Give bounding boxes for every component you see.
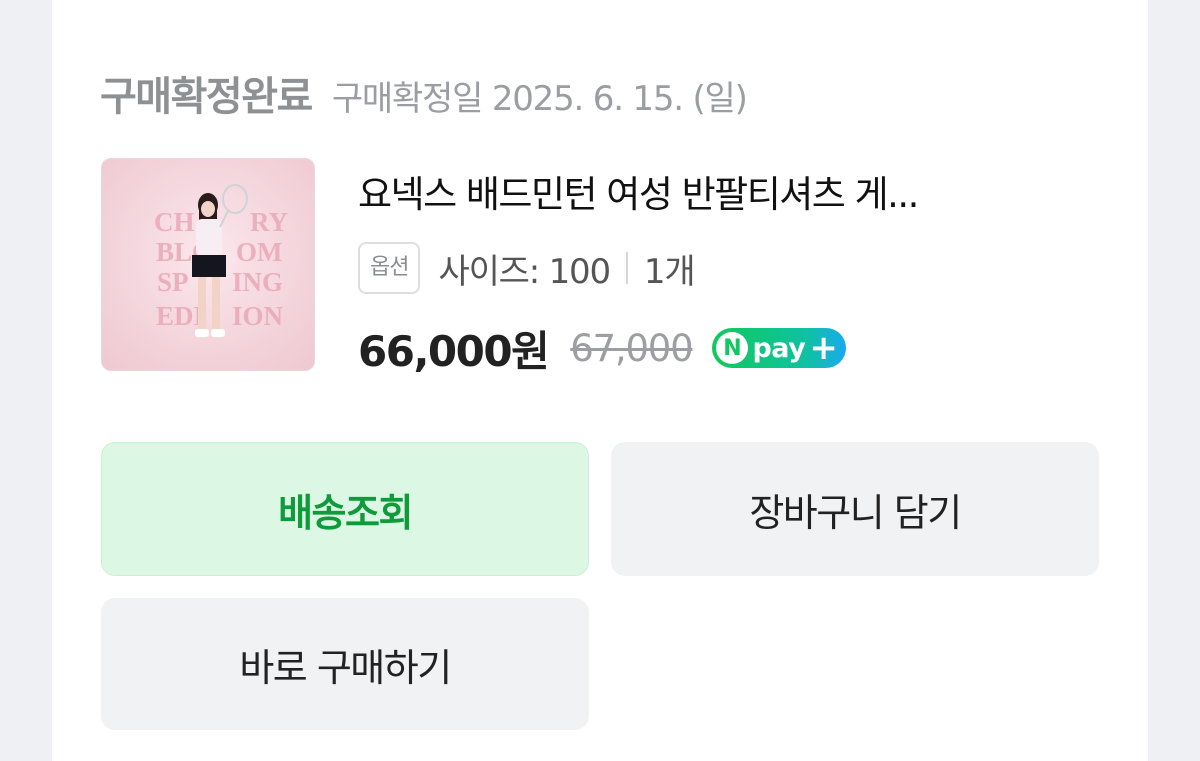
svg-text:RY: RY	[250, 207, 288, 237]
order-status-row: 구매확정완료 구매확정일 2025. 6. 15. (일)	[100, 64, 748, 124]
svg-text:ING: ING	[232, 267, 283, 297]
purchase-confirm-date: 구매확정일 2025. 6. 15. (일)	[331, 79, 748, 119]
option-row: 옵션 사이즈: 100 1개	[358, 242, 696, 294]
product-name-link[interactable]: 요넥스 배드민턴 여성 반팔티셔츠 게...	[358, 164, 1078, 218]
price-row: 66,000원 67,000 N pay +	[358, 320, 846, 376]
npay-plus-icon: +	[809, 328, 838, 368]
product-thumbnail[interactable]: CH RY BLO OM SP ING EDI ION	[101, 158, 315, 371]
svg-text:ION: ION	[232, 301, 284, 331]
quantity: 1개	[643, 251, 696, 292]
svg-text:EDI: EDI	[156, 301, 204, 331]
sale-price: 66,000원	[358, 326, 550, 376]
option-tag: 옵션	[358, 242, 421, 294]
option-divider	[625, 252, 628, 284]
track-delivery-button[interactable]: 배송조회	[101, 442, 589, 576]
option-size: 사이즈: 100	[438, 251, 611, 292]
npay-plus-badge: N pay +	[712, 328, 846, 368]
svg-text:OM: OM	[236, 237, 283, 267]
order-status-title: 구매확정완료	[100, 74, 313, 120]
original-price: 67,000	[570, 326, 693, 370]
npay-n-icon: N	[716, 332, 749, 364]
npay-label: pay	[752, 332, 806, 364]
add-to-cart-button[interactable]: 장바구니 담기	[611, 442, 1099, 576]
product-image: CH RY BLO OM SP ING EDI ION	[102, 159, 314, 370]
svg-text:SP: SP	[157, 267, 189, 297]
buy-now-button[interactable]: 바로 구매하기	[101, 598, 589, 730]
svg-text:CH: CH	[154, 207, 195, 237]
